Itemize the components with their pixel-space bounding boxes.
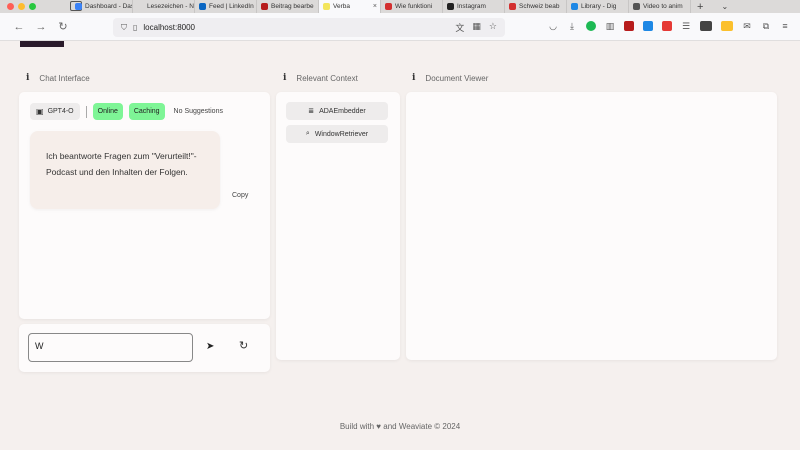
window-controls [7,3,36,10]
extension-shield-icon[interactable] [624,21,634,31]
tab-label: Feed | LinkedIn [209,3,254,10]
model-badge[interactable]: ▣ GPT4-O [30,103,80,120]
browser-tab[interactable]: Library - Dig [567,0,629,13]
minimize-window-button[interactable] [18,3,25,10]
app-logo [20,41,64,47]
browser-tab[interactable]: Beitrag bearbe [257,0,319,13]
tab-favicon-icon [323,3,330,10]
zoom-window-button[interactable] [29,3,36,10]
browser-tab[interactable]: Verba × [319,0,381,13]
spotify-icon[interactable] [586,21,596,31]
caching-badge: Caching [128,103,165,120]
extensions-puzzle-icon[interactable]: ⧉ [761,21,771,31]
tab-strip: Dashboard - Dash Lesezeichen - N Feed | Li… [71,0,691,13]
tab-favicon-icon [385,3,392,10]
tab-label: Video to anim [643,3,683,10]
extension-d-icon[interactable] [643,21,653,31]
browser-tab[interactable]: Feed | LinkedIn [195,0,257,13]
extension-list-icon[interactable]: ☰ [681,21,691,31]
reset-icon[interactable]: ↻ [239,339,248,352]
tab-label: Lesezeichen - N [147,3,194,10]
tab-label: Beitrag bearbe [271,3,314,10]
embedder-button[interactable]: ≣ ADAEmbedder [286,102,388,120]
page-icon: ▯ [133,23,138,32]
extension-yellow-icon[interactable] [721,21,733,31]
forward-arrow-icon[interactable]: → [30,21,52,33]
grid-icon[interactable]: ▦ [472,21,481,34]
chip-icon: ▣ [36,107,44,116]
tab-favicon-icon [199,3,206,10]
chat-input-panel: ➤ ↻ [19,324,270,372]
online-badge: Online [92,103,123,120]
context-section-title: i Relevant Context [283,73,358,83]
tab-label: Schweiz beab [519,3,560,10]
tab-list-chevron-icon[interactable]: ⌄ [721,2,728,11]
database-icon: ≣ [308,108,315,115]
browser-tab[interactable]: Dashboard - Dash [71,0,133,13]
chat-status-bar: ▣ GPT4-O Online Caching No Suggestions [30,103,223,120]
retriever-label: WindowRetriever [314,130,369,138]
browser-tab[interactable]: Wie funktioni [381,0,443,13]
tab-favicon-icon [509,3,516,10]
nav-bar: ← → ↻ ⛉ ▯ localhost:8000 文 ▦ ☆ ◡ ⤓ ▥ ☰ ✉… [0,13,800,41]
back-arrow-icon[interactable]: ← [8,21,30,33]
close-window-button[interactable] [7,3,14,10]
chat-input[interactable] [28,333,193,362]
bookmark-star-icon[interactable]: ☆ [489,21,497,34]
extension-dark-icon[interactable] [700,21,712,31]
info-icon[interactable]: i [283,73,286,83]
reload-icon[interactable]: ↻ [52,20,74,33]
tab-label: Verba [333,3,350,10]
browser-tab[interactable]: Video to anim [629,0,691,13]
send-icon[interactable]: ➤ [206,341,214,352]
info-icon[interactable]: i [412,73,415,83]
close-tab-icon[interactable]: × [373,3,377,10]
suggestions-label: No Suggestions [173,108,223,115]
copy-button[interactable]: Copy [232,192,248,199]
menu-hamburger-icon[interactable]: ≡ [780,21,790,31]
tab-label: Instagram [457,3,486,10]
shield-icon: ⛉ [121,22,127,32]
footer: Build with ♥ and Weaviate © 2024 [339,422,461,431]
tab-label: Dashboard - Dash [85,3,133,10]
tab-favicon-icon [447,3,454,10]
chat-section-title: i Chat Interface [26,73,90,83]
tab-favicon-icon [75,3,82,10]
tab-label: Library - Dig [581,3,617,10]
document-viewer-panel [406,92,777,360]
chat-section-label: Chat Interface [39,73,90,83]
search-icon: ⌕ [305,130,310,137]
browser-tab[interactable]: Schweiz beab [505,0,567,13]
browser-tab[interactable]: Lesezeichen - N [133,0,195,13]
context-panel: ≣ ADAEmbedder ⌕ WindowRetriever [276,92,400,360]
tab-favicon-icon [571,3,578,10]
viewer-section-title: i Document Viewer [412,73,488,83]
url-text[interactable]: localhost:8000 [143,23,195,32]
model-label: GPT4-O [47,108,74,115]
extension-mail-icon[interactable]: ✉ [742,21,752,31]
tab-label: Wie funktioni [395,3,433,10]
download-icon[interactable]: ⤓ [567,21,577,31]
assistant-message: Ich beantworte Fragen zum "Verurteilt!"-… [30,131,220,209]
pocket-icon[interactable]: ◡ [548,21,558,31]
tab-bar: Dashboard - Dash Lesezeichen - N Feed | Li… [0,0,800,13]
retriever-button[interactable]: ⌕ WindowRetriever [286,125,388,143]
info-icon[interactable]: i [26,73,29,83]
reader-icon[interactable]: ▥ [605,21,615,31]
viewer-section-label: Document Viewer [425,73,489,83]
tab-favicon-icon [261,3,268,10]
translate-icon[interactable]: 文 [455,21,464,34]
tab-favicon-icon [137,3,144,10]
new-tab-button[interactable]: + [697,1,703,13]
browser-tab[interactable]: Instagram [443,0,505,13]
address-bar[interactable]: ⛉ ▯ localhost:8000 文 ▦ ☆ [113,18,505,37]
extension-red-icon[interactable] [662,21,672,31]
context-section-label: Relevant Context [296,73,358,83]
chat-panel: ▣ GPT4-O Online Caching No Suggestions I… [19,92,270,319]
tab-favicon-icon [633,3,640,10]
divider [85,105,87,118]
extensions-toolbar: ◡ ⤓ ▥ ☰ ✉ ⧉ ≡ [548,21,790,31]
embedder-label: ADAEmbedder [319,107,366,115]
